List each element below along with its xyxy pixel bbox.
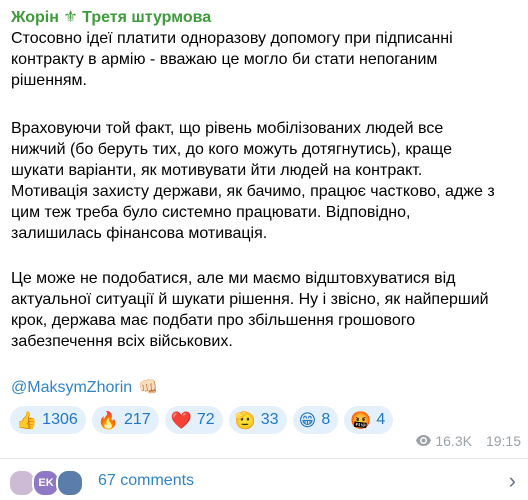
post-paragraph: Це може не подобатися, але ми маємо відш… <box>11 270 489 350</box>
reaction-thumbs-up[interactable]: 👍 1306 <box>10 406 86 434</box>
heart-icon: ❤️ <box>170 410 192 430</box>
view-count: 16.3K <box>435 433 472 449</box>
eye-icon <box>416 434 432 449</box>
thumbs-up-icon: 👍 <box>16 410 38 430</box>
post-meta: 16.3K 19:15 <box>416 433 521 449</box>
reaction-fire[interactable]: 🔥 217 <box>91 406 159 434</box>
reaction-salute[interactable]: 🫡 33 <box>228 406 287 434</box>
fist-emoji-icon: 👊🏻 <box>138 379 159 396</box>
reactions-bar: 👍 1306 🔥 217 ❤️ 72 🫡 33 😁 8 🤬 4 <box>10 406 394 434</box>
channel-title[interactable]: Жорін <box>11 9 59 26</box>
avatar <box>56 469 84 497</box>
reaction-count: 217 <box>123 411 151 428</box>
author-mention: @MaksymZhorin 👊🏻 <box>11 377 158 398</box>
comments-bar[interactable]: EK 67 comments › <box>0 459 528 500</box>
trident-icon: ⚜ <box>63 9 78 26</box>
reaction-count: 8 <box>321 411 331 428</box>
reaction-grin[interactable]: 😁 8 <box>292 406 339 434</box>
chevron-right-icon: › <box>508 468 516 493</box>
comments-link[interactable]: 67 comments <box>98 471 194 491</box>
reaction-count: 33 <box>260 411 279 428</box>
channel-name[interactable]: Жорін ⚜ Третя штурмова <box>11 8 211 28</box>
channel-post: Жорін ⚜ Третя штурмова Стосовно ідеї пла… <box>0 0 528 500</box>
salute-icon: 🫡 <box>234 410 256 430</box>
swearing-face-icon: 🤬 <box>350 410 372 430</box>
post-paragraph: Враховуючи той факт, що рівень мобілізов… <box>11 120 495 242</box>
reaction-count: 72 <box>196 411 215 428</box>
mention-link[interactable]: @MaksymZhorin <box>11 379 132 396</box>
post-time: 19:15 <box>485 433 521 449</box>
channel-subtitle[interactable]: Третя штурмова <box>82 9 211 26</box>
reaction-swearing[interactable]: 🤬 4 <box>344 406 394 434</box>
reaction-count: 1306 <box>42 411 78 428</box>
post-body: Стосовно ідеї платити одноразову допомог… <box>11 28 517 396</box>
fire-icon: 🔥 <box>97 410 119 430</box>
grin-icon: 😁 <box>298 410 317 430</box>
reaction-count: 4 <box>376 411 386 428</box>
reaction-heart[interactable]: ❤️ 72 <box>164 406 223 434</box>
post-paragraph: Стосовно ідеї платити одноразову допомог… <box>11 30 453 89</box>
